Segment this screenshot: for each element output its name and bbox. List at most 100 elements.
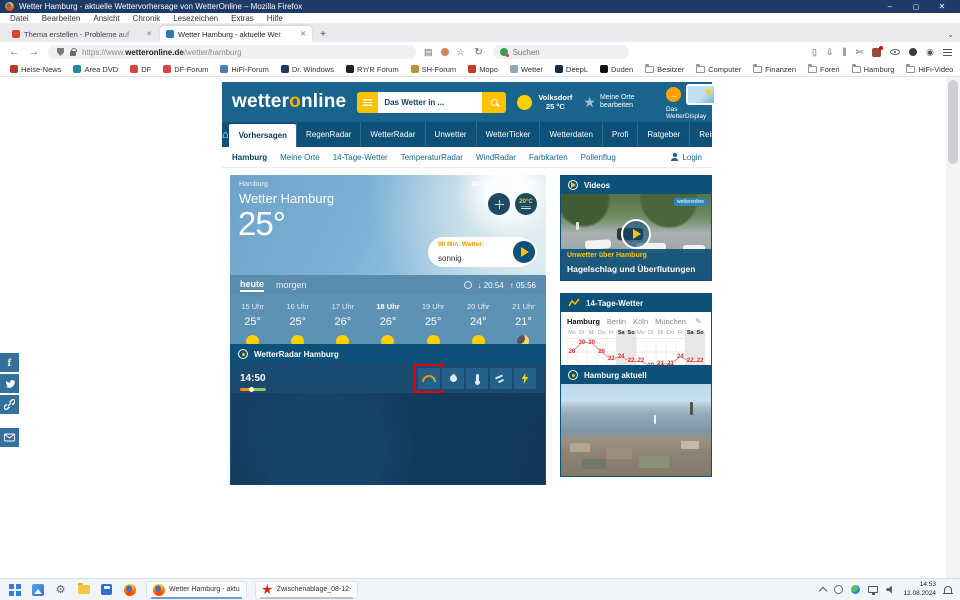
- radar-layer-button[interactable]: [514, 368, 536, 389]
- minimize-button[interactable]: [877, 2, 903, 11]
- maximize-button[interactable]: [903, 2, 929, 11]
- menu-item[interactable]: Lesezeichen: [173, 14, 218, 23]
- site-search-button[interactable]: [482, 92, 506, 113]
- facebook-share-button[interactable]: f: [0, 353, 19, 372]
- nav-item[interactable]: WetterRadar: [360, 122, 424, 147]
- tab-today[interactable]: heute: [240, 279, 264, 292]
- taskbar-task-button[interactable]: Zwischenablage_08-12-: [255, 581, 359, 599]
- webcam-photo[interactable]: [561, 384, 711, 476]
- home-icon[interactable]: [222, 122, 229, 147]
- forward-button[interactable]: →: [28, 47, 40, 58]
- bookmark[interactable]: Wetter: [510, 65, 543, 74]
- email-share-button[interactable]: [0, 428, 19, 447]
- notifications-bell-icon[interactable]: [944, 586, 952, 593]
- my-places-button[interactable]: ★ Meine Orte bearbeiten: [583, 94, 644, 111]
- subnav-item[interactable]: Pollenflug: [581, 153, 616, 162]
- nav-item[interactable]: Vorhersagen: [229, 124, 296, 147]
- 90min-weather-teaser[interactable]: 90 Min. Wetter: sonnig: [428, 237, 534, 267]
- new-tab-button[interactable]: +: [314, 26, 332, 42]
- start-button[interactable]: [8, 583, 21, 596]
- window-titlebar[interactable]: Wetter Hamburg - aktuelle Wettervorhersa…: [0, 0, 960, 13]
- bookmark-folder[interactable]: HiFi-Video: [906, 65, 953, 74]
- bookmark[interactable]: DF: [130, 65, 151, 74]
- radar-card-header[interactable]: WetterRadar Hamburg: [231, 345, 545, 363]
- search-menu-button[interactable]: [357, 92, 378, 113]
- bookmark[interactable]: Dr. Windows: [281, 65, 334, 74]
- sidebar-icon[interactable]: ▯: [812, 47, 817, 58]
- subnav-item[interactable]: Hamburg: [232, 153, 267, 162]
- adblock-icon[interactable]: [909, 48, 917, 56]
- bookmark[interactable]: DeepL: [555, 65, 588, 74]
- reload-button[interactable]: ↻: [473, 47, 485, 58]
- menu-item[interactable]: Datei: [10, 14, 29, 23]
- scrollbar-thumb[interactable]: [948, 80, 958, 164]
- browser-tab[interactable]: Wetter Hamburg - aktuelle Wet ✕: [160, 26, 312, 42]
- wetterdisplay-promo[interactable]: Das WetterDisplay: [666, 84, 716, 120]
- radar-layer-button[interactable]: [418, 368, 440, 389]
- account-icon[interactable]: ◉: [926, 47, 934, 58]
- shield-icon[interactable]: [57, 48, 64, 56]
- bookmark-folder[interactable]: Besitzer: [645, 65, 684, 74]
- city-tab[interactable]: München: [655, 317, 686, 326]
- menu-item[interactable]: Extras: [231, 14, 254, 23]
- copy-link-button[interactable]: [0, 395, 19, 414]
- radar-layer-button[interactable]: [466, 368, 488, 389]
- bookmark[interactable]: HiFi-Forum: [220, 65, 269, 74]
- wetteronline-logo[interactable]: wetteronline: [232, 91, 346, 113]
- nav-item[interactable]: Profi: [602, 122, 637, 147]
- bookmark-star-icon[interactable]: ☆: [457, 47, 465, 58]
- bookmark-folder[interactable]: Computer: [696, 65, 741, 74]
- tab-overflow-chevron-icon[interactable]: ⌄: [947, 30, 954, 39]
- browser-search-input[interactable]: [513, 48, 613, 57]
- nav-item[interactable]: Unwetter: [425, 122, 476, 147]
- menu-item[interactable]: Bearbeiten: [42, 14, 81, 23]
- menu-item[interactable]: Hilfe: [267, 14, 283, 23]
- reader-mode-icon[interactable]: ▤: [424, 47, 433, 58]
- subnav-item[interactable]: TemperaturRadar: [401, 153, 463, 162]
- favorite-location-widget[interactable]: Volksdorf25 °C: [517, 93, 572, 112]
- bookmark-folder[interactable]: Hamburg: [852, 65, 895, 74]
- tab-tomorrow[interactable]: morgen: [276, 280, 307, 290]
- settings-button[interactable]: ⚙: [54, 583, 67, 596]
- tab-close-icon[interactable]: ✕: [300, 30, 306, 38]
- menu-item[interactable]: Chronik: [133, 14, 161, 23]
- play-button[interactable]: [511, 239, 537, 265]
- save-app-button[interactable]: [100, 583, 113, 596]
- browser-tab[interactable]: Thema erstellen - Probleme auf ✕: [6, 26, 158, 42]
- bookmark[interactable]: R'n'R Forum: [346, 65, 399, 74]
- browser-search-box[interactable]: [493, 45, 629, 59]
- volume-icon[interactable]: [886, 585, 895, 594]
- radar-map[interactable]: [231, 393, 545, 484]
- firefox-launcher-button[interactable]: [123, 583, 136, 596]
- bookmark[interactable]: SH-Forum: [411, 65, 457, 74]
- library-icon[interactable]: ⫼: [842, 47, 846, 58]
- screenshot-icon[interactable]: ✄: [856, 47, 864, 58]
- radar-layer-button[interactable]: [442, 368, 464, 389]
- video-thumbnail[interactable]: wetteronline Unwetter über Hamburg Hagel…: [561, 194, 711, 280]
- bookmark-folder[interactable]: Finanzen: [753, 65, 796, 74]
- task-view-button[interactable]: [31, 583, 44, 596]
- page-scrollbar[interactable]: [946, 77, 960, 578]
- tray-icon[interactable]: [834, 585, 843, 594]
- bookmark[interactable]: Area DVD: [73, 65, 118, 74]
- city-tab[interactable]: Köln: [633, 317, 648, 326]
- subnav-item[interactable]: Meine Orte: [280, 153, 320, 162]
- webcam-header[interactable]: Hamburg aktuell: [561, 366, 711, 384]
- bookmark[interactable]: Duden: [600, 65, 633, 74]
- file-explorer-button[interactable]: [77, 583, 90, 596]
- video-play-button[interactable]: [621, 219, 651, 249]
- twitter-share-button[interactable]: [0, 374, 19, 393]
- nav-item[interactable]: Reisen: [689, 122, 733, 147]
- city-tab[interactable]: Hamburg: [567, 317, 600, 326]
- bookmark-folder[interactable]: Foren: [808, 65, 840, 74]
- menu-item[interactable]: Ansicht: [93, 14, 119, 23]
- taskbar-task-button[interactable]: Wetter Hamburg - aktu: [146, 581, 247, 599]
- login-button[interactable]: Login: [671, 153, 702, 162]
- lock-icon[interactable]: [70, 51, 76, 56]
- search-engine-icon[interactable]: [500, 48, 508, 56]
- bookmark[interactable]: DF-Forum: [163, 65, 208, 74]
- extensions-icon[interactable]: [872, 48, 881, 57]
- bookmark[interactable]: Heise-News: [10, 65, 61, 74]
- radar-layer-button[interactable]: [490, 368, 512, 389]
- tab-close-icon[interactable]: ✕: [146, 30, 152, 38]
